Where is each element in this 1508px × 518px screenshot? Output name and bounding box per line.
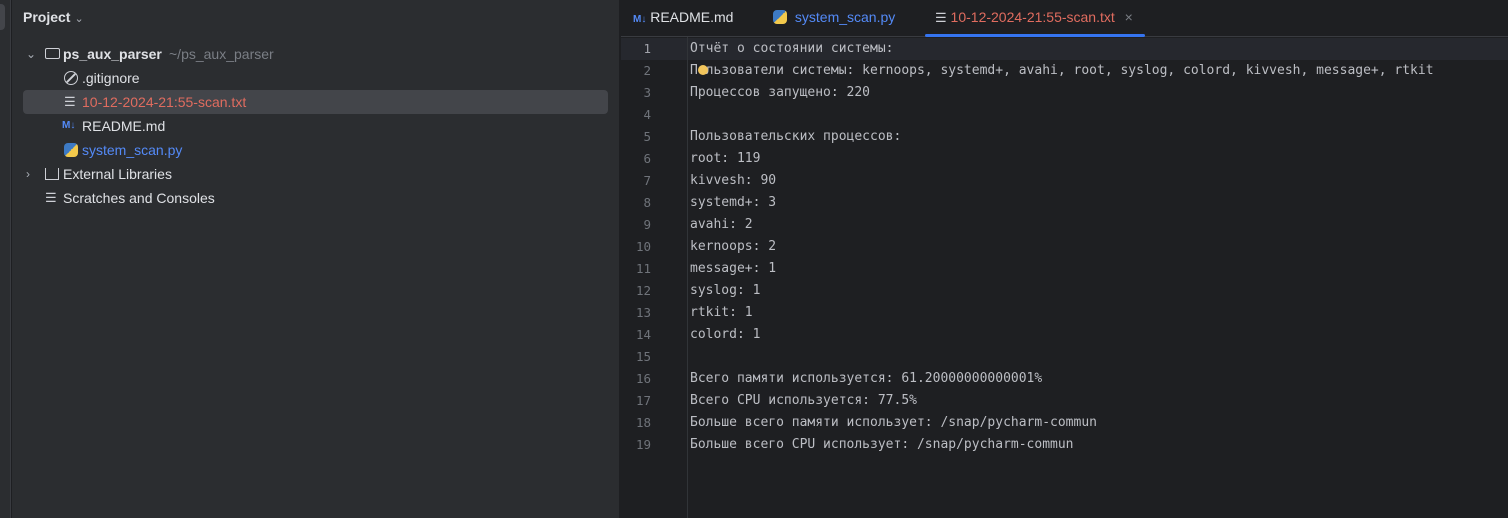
code-line[interactable]: Больше всего CPU использует: /snap/pycha… [690,434,1074,456]
line-number: 12 [635,283,651,298]
code-line[interactable]: kernoops: 2 [690,236,776,258]
python-icon [64,143,78,157]
code-line[interactable]: root: 119 [690,148,760,170]
line-number: 11 [635,261,651,276]
code-line[interactable]: Пользовательских процессов: [690,126,901,148]
project-tool-button[interactable] [0,4,5,30]
library-icon [45,168,59,180]
chevron-down-icon: ⌄ [74,13,84,25]
line-number: 14 [635,327,651,342]
tree-item-external-libraries[interactable]: › External Libraries [23,162,608,186]
line-number: 15 [635,349,651,364]
tree-item-readme[interactable]: M↓ README.md [23,114,608,138]
line-number: 7 [643,173,651,188]
line-number: 18 [635,415,651,430]
tree-item-label: .gitignore [82,70,140,86]
tree-item-label: Scratches and Consoles [63,190,215,206]
line-number: 5 [643,129,651,144]
tab-system-scan-py[interactable]: system_scan.py [773,0,895,36]
editor-tabs: M↓ README.md system_scan.py ☰ 10-12-2024… [621,0,1508,37]
project-panel: Project ⌄ ⌄ ps_aux_parser ~/ps_aux_parser… [12,0,620,518]
code-line[interactable]: Процессов запущено: 220 [690,82,870,104]
tab-readme[interactable]: M↓ README.md [633,0,733,36]
text-file-icon: ☰ [935,10,947,25]
markdown-icon: M↓ [633,14,647,25]
code-line[interactable]: avahi: 2 [690,214,753,236]
line-number: 8 [643,195,651,210]
line-number: 17 [635,393,651,408]
python-icon [773,10,787,24]
line-number-gutter: 1 2 3 4 5 6 7 8 9 10 11 12 13 14 15 16 17 18 19 [621,37,688,518]
text-file-icon: ☰ [64,94,76,109]
chevron-down-icon[interactable]: ⌄ [26,42,36,66]
tab-label: system_scan.py [794,9,896,25]
project-path-hint: ~/ps_aux_parser [169,46,274,62]
line-number: 2 [643,63,651,78]
project-title: Project [23,9,71,25]
chevron-right-icon[interactable]: › [26,162,30,186]
code-line[interactable]: Всего памяти используется: 61.2000000000… [690,368,1042,390]
code-line[interactable]: syslog: 1 [690,280,760,302]
editor-text-area[interactable]: Отчёт о состоянии системы: Пользователи с… [689,37,1508,518]
line-number: 6 [643,151,651,166]
tree-item-project-root[interactable]: ⌄ ps_aux_parser ~/ps_aux_parser [23,42,608,66]
line-number: 4 [643,107,651,122]
intention-bulb-icon[interactable] [698,65,708,75]
markdown-icon: M↓ [62,120,76,131]
close-tab-icon[interactable]: × [1125,9,1133,25]
project-view-selector[interactable]: Project ⌄ [23,9,84,25]
code-line[interactable]: Отчёт о состоянии системы: [690,38,894,60]
tree-item-label: External Libraries [63,166,172,182]
tree-item-gitignore[interactable]: .gitignore [23,66,608,90]
line-number: 13 [635,305,651,320]
line-number: 19 [635,437,651,452]
code-line[interactable]: colord: 1 [690,324,760,346]
scratches-icon: ☰ [45,190,57,205]
line-number: 16 [635,371,651,386]
line-number: 1 [643,41,651,56]
line-number: 10 [635,239,651,254]
line-number: 3 [643,85,651,100]
tree-item-label: system_scan.py [82,142,183,158]
code-line[interactable]: systemd+: 3 [690,192,776,214]
tree-item-system-scan-py[interactable]: system_scan.py [23,138,608,162]
tree-item-label: 10-12-2024-21:55-scan.txt [82,94,247,110]
ignore-icon [64,71,78,85]
line-number: 9 [643,217,651,232]
code-line[interactable]: message+: 1 [690,258,776,280]
code-line[interactable]: Пользователи системы: kernoops, systemd+… [690,60,1434,82]
tool-window-strip [0,0,11,518]
folder-icon [45,48,60,59]
tab-label: README.md [650,9,734,25]
tree-item-scan-txt[interactable]: ☰ 10-12-2024-21:55-scan.txt [23,90,608,114]
code-line[interactable]: Всего CPU используется: 77.5% [690,390,917,412]
tab-label: 10-12-2024-21:55-scan.txt [950,9,1115,25]
code-line[interactable]: rtkit: 1 [690,302,753,324]
code-line[interactable]: kivvesh: 90 [690,170,776,192]
tree-item-label: ps_aux_parser [63,46,162,62]
code-line[interactable]: Больше всего памяти использует: /snap/py… [690,412,1097,434]
tab-scan-txt[interactable]: ☰ 10-12-2024-21:55-scan.txt × [925,0,1145,37]
tree-item-label: README.md [82,118,166,134]
tree-item-scratches[interactable]: ☰ Scratches and Consoles [23,186,608,210]
